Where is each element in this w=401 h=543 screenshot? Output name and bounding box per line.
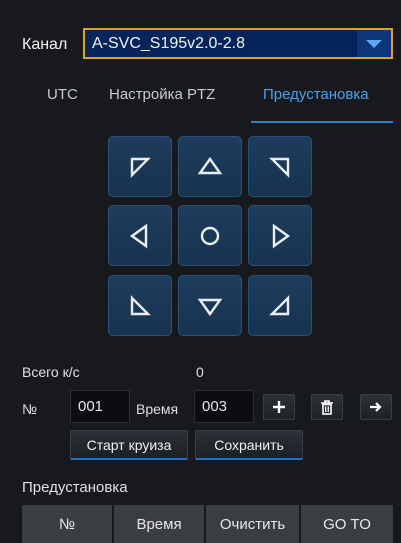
time-label: Время <box>136 401 179 417</box>
column-clear[interactable]: Очистить <box>206 505 301 543</box>
ptz-down-left-button[interactable] <box>108 275 172 336</box>
number-label: № <box>22 401 38 417</box>
column-number[interactable]: № <box>22 505 114 543</box>
arrow-left-icon <box>129 223 148 248</box>
number-field-value: 001 <box>78 398 104 415</box>
arrow-up-right-icon <box>269 157 290 178</box>
time-field[interactable]: 003 <box>194 390 254 423</box>
save-button[interactable]: Сохранить <box>195 430 303 460</box>
circle-icon <box>200 226 220 245</box>
ptz-right-button[interactable] <box>248 205 312 266</box>
trash-icon <box>321 399 333 415</box>
tab-utc[interactable]: UTC <box>47 86 78 103</box>
ptz-left-button[interactable] <box>108 205 172 266</box>
channel-label: Канал <box>22 36 68 53</box>
arrow-right-icon <box>370 402 382 412</box>
ptz-up-button[interactable] <box>178 136 242 197</box>
tab-preset[interactable]: Предустановка <box>263 86 369 103</box>
number-field[interactable]: 001 <box>70 390 130 423</box>
add-icon <box>273 401 285 413</box>
add-button[interactable] <box>263 394 295 420</box>
total-keyframes-label: Всего к/с <box>22 364 80 380</box>
start-cruise-button[interactable]: Старт круиза <box>70 430 188 460</box>
arrow-up-left-icon <box>130 157 151 178</box>
ptz-up-left-button[interactable] <box>108 136 172 197</box>
arrow-down-icon <box>197 298 223 316</box>
ptz-center-button[interactable] <box>178 205 242 266</box>
total-keyframes-value: 0 <box>196 364 204 380</box>
ptz-down-right-button[interactable] <box>248 275 312 336</box>
active-tab-indicator <box>251 121 393 123</box>
chevron-down-icon[interactable] <box>357 30 391 57</box>
tab-ptz-settings[interactable]: Настройка PTZ <box>109 86 215 103</box>
arrow-right-icon <box>272 223 291 248</box>
go-button[interactable] <box>360 394 392 420</box>
preset-section-title: Предустановка <box>22 479 128 496</box>
delete-button[interactable] <box>311 394 343 420</box>
arrow-up-icon <box>197 156 223 174</box>
preset-table-header: № Время Очистить GO TO <box>22 505 393 543</box>
column-time[interactable]: Время <box>114 505 206 543</box>
time-field-value: 003 <box>202 398 228 415</box>
arrow-down-left-icon <box>130 294 151 315</box>
ptz-up-right-button[interactable] <box>248 136 312 197</box>
arrow-down-right-icon <box>269 294 290 315</box>
column-goto[interactable]: GO TO <box>301 505 393 543</box>
channel-select[interactable]: A-SVC_S195v2.0-2.8 <box>83 28 393 59</box>
channel-value: A-SVC_S195v2.0-2.8 <box>92 34 245 52</box>
ptz-down-button[interactable] <box>178 275 242 336</box>
